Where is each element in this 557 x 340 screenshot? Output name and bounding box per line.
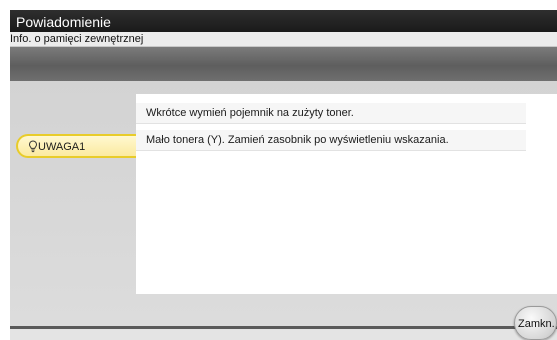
message-item: Mało tonera (Y). Zamień zasobnik po wyśw… [136, 130, 526, 151]
header-band [10, 47, 557, 81]
toner-warning-icon [28, 140, 38, 154]
window-title: Powiadomienie [16, 14, 111, 30]
footer-strip [10, 329, 557, 340]
notification-screen: Powiadomienie Info. o pamięci zewnętrzne… [10, 10, 557, 340]
close-button-label: Zamkn. [518, 318, 555, 330]
warning-tab-uwaga1[interactable]: UWAGA1 [16, 134, 136, 158]
title-bar: Powiadomienie [10, 10, 557, 32]
message-text: Wkrótce wymień pojemnik na zużyty toner. [146, 107, 354, 119]
window-subtitle: Info. o pamięci zewnętrznej [10, 33, 144, 45]
message-item: Wkrótce wymień pojemnik na zużyty toner. [136, 103, 526, 124]
subtitle-bar: Info. o pamięci zewnętrznej [10, 32, 557, 47]
message-panel: Wkrótce wymień pojemnik na zużyty toner.… [136, 94, 557, 294]
close-button[interactable]: Zamkn. [514, 306, 557, 340]
warning-tab-label: UWAGA1 [38, 141, 86, 153]
message-text: Mało tonera (Y). Zamień zasobnik po wyśw… [146, 134, 449, 146]
